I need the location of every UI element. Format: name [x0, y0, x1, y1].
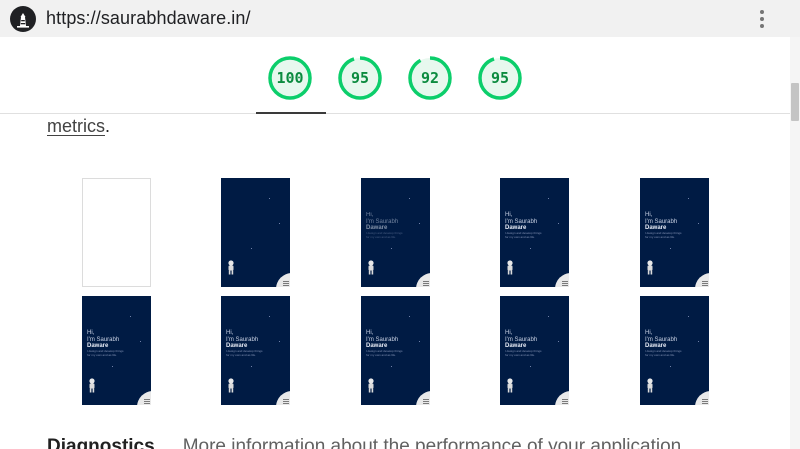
frame-tagline: I design and develop things for my own a…	[366, 231, 403, 239]
menu-button-icon	[555, 273, 569, 287]
frame-tagline: I design and develop things for my own a…	[366, 349, 403, 357]
astronaut-icon	[368, 260, 374, 275]
score-value: 92	[420, 69, 440, 87]
score-gauge[interactable]: 95	[478, 56, 522, 100]
score-gauges-bar: 100 95 92 95	[0, 37, 790, 114]
filmstrip-frame: Hi, I'm Saurabh Daware I design and develop…	[500, 296, 569, 405]
astronaut-icon	[368, 378, 374, 393]
frame-heading: Hi, I'm Saurabh Daware	[505, 212, 538, 231]
score-gauge[interactable]: 100	[268, 56, 312, 100]
frame-heading: Hi, I'm Saurabh Daware	[226, 330, 259, 349]
astronaut-icon	[647, 378, 653, 393]
metrics-link[interactable]: metrics	[47, 116, 105, 136]
frame-tagline: I design and develop things for my own a…	[226, 349, 263, 357]
filmstrip-frame: Hi, I'm Saurabh Daware I design and develop…	[82, 296, 151, 405]
score-value: 95	[490, 69, 510, 87]
astronaut-icon	[507, 378, 513, 393]
menu-button-icon	[555, 391, 569, 405]
active-gauge-underline	[256, 112, 326, 114]
filmstrip-frame: Hi, I'm Saurabh Daware I design and develop…	[221, 296, 290, 405]
frame-heading: Hi, I'm Saurabh Daware	[645, 212, 678, 231]
url-bar[interactable]: https://saurabhdaware.in/	[46, 8, 251, 29]
filmstrip-frame: Hi, I'm Saurabh Daware I design and develop…	[500, 178, 569, 287]
frame-heading: Hi, I'm Saurabh Daware	[366, 212, 399, 231]
astronaut-icon	[647, 260, 653, 275]
menu-button-icon	[137, 391, 151, 405]
filmstrip-frame: Hi, I'm Saurabh Daware I design and develop…	[640, 178, 709, 287]
frame-tagline: I design and develop things for my own a…	[645, 231, 682, 239]
frame-heading: Hi, I'm Saurabh Daware	[505, 330, 538, 349]
frame-heading: Hi, I'm Saurabh Daware	[645, 330, 678, 349]
frame-tagline: I design and develop things for my own a…	[645, 349, 682, 357]
diagnostics-header: Diagnostics More information about the pe…	[47, 436, 686, 449]
menu-button-icon	[695, 273, 709, 287]
metrics-text: metrics.	[47, 116, 110, 137]
frame-heading: Hi, I'm Saurabh Daware	[366, 330, 399, 349]
astronaut-icon	[228, 260, 234, 275]
score-value: 95	[350, 69, 370, 87]
menu-button-icon	[416, 273, 430, 287]
score-gauge[interactable]: 95	[338, 56, 382, 100]
lighthouse-icon	[10, 6, 36, 32]
frame-tagline: I design and develop things for my own a…	[505, 349, 542, 357]
frame-tagline: I design and develop things for my own a…	[87, 349, 124, 357]
astronaut-icon	[228, 378, 234, 393]
filmstrip-frame: Hi, I'm Saurabh Daware I design and develop…	[640, 296, 709, 405]
filmstrip-frame: Hi, I'm Saurabh Daware I design and develop…	[361, 178, 430, 287]
frame-heading: Hi, I'm Saurabh Daware	[87, 330, 120, 349]
filmstrip-frame: Hi, I'm Saurabh Daware I design and develop…	[361, 296, 430, 405]
filmstrip-frame	[221, 178, 290, 287]
score-gauge[interactable]: 92	[408, 56, 452, 100]
menu-button-icon	[276, 391, 290, 405]
scrollbar-thumb[interactable]	[791, 83, 799, 121]
filmstrip-frame	[82, 178, 151, 287]
score-value: 100	[276, 69, 304, 87]
astronaut-icon	[89, 378, 95, 393]
browser-toolbar: https://saurabhdaware.in/	[0, 0, 800, 37]
menu-button-icon	[416, 391, 430, 405]
frame-tagline: I design and develop things for my own a…	[505, 231, 542, 239]
diagnostics-title: Diagnostics	[47, 436, 155, 449]
kebab-menu-icon[interactable]	[754, 8, 770, 30]
astronaut-icon	[507, 260, 513, 275]
diagnostics-description: More information about the performance o…	[182, 436, 687, 449]
metrics-suffix: .	[105, 116, 111, 136]
menu-button-icon	[695, 391, 709, 405]
menu-button-icon	[276, 273, 290, 287]
